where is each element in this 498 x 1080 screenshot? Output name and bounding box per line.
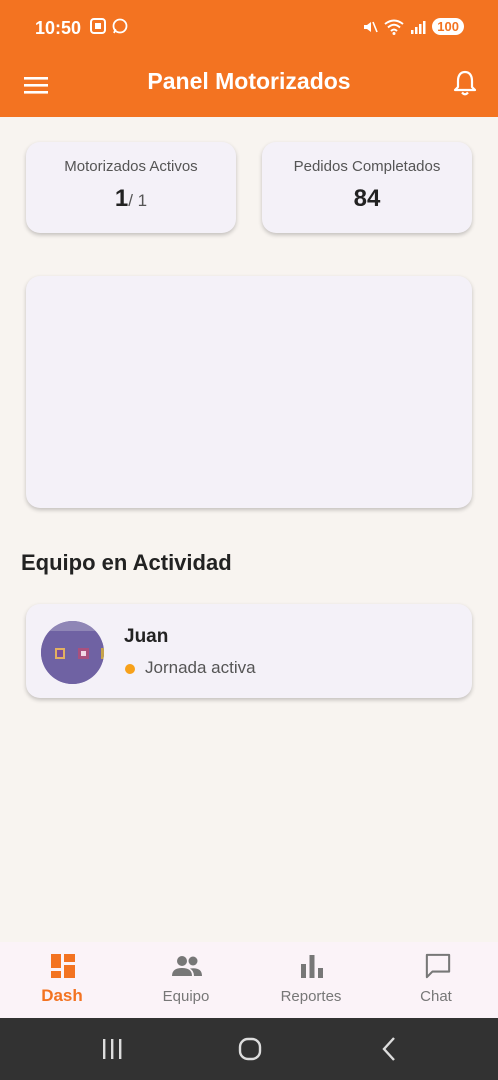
completed-orders-label: Pedidos Completados [293,158,441,175]
people-icon [172,956,202,976]
page-title: Panel Motorizados [147,68,351,94]
status-bar: 10:50 100 [0,0,498,56]
wifi-icon [384,19,404,35]
screenshot-icon [90,18,106,34]
mute-icon [364,21,379,32]
system-navigation-bar [0,1018,498,1080]
completed-orders-card: Pedidos Completados 84 [262,142,472,233]
notifications-bell-icon[interactable] [452,69,478,97]
avatar [41,621,104,684]
app-bar: Panel Motorizados [0,56,498,117]
member-status: Jornada activa [145,658,256,677]
bottom-navigation: Dash Equipo Reportes Chat [0,942,498,1018]
team-section-title: Equipo en Actividad [21,550,232,575]
nav-tab-equipo[interactable]: Equipo [124,942,248,1018]
nav-label-dash: Dash [41,986,83,1005]
bar-chart-icon [301,955,323,978]
battery-indicator: 100 [432,18,464,35]
nav-tab-dash[interactable]: Dash [0,942,124,1018]
signal-icon [411,20,426,34]
nav-label-equipo: Equipo [162,988,210,1005]
member-name: Juan [124,626,169,647]
recent-apps-icon[interactable] [99,1036,125,1062]
whatsapp-icon [112,18,128,34]
active-riders-card: Motorizados Activos 1/ 1 [26,142,236,233]
overview-panel [26,276,472,508]
chat-bubble-icon [425,953,451,979]
dashboard-icon [51,954,75,978]
back-icon[interactable] [377,1036,403,1062]
nav-label-reportes: Reportes [280,988,342,1005]
completed-orders-value: 84 [353,185,381,212]
home-icon[interactable] [237,1036,263,1062]
active-riders-label: Motorizados Activos [64,158,198,175]
status-indicator [125,664,135,674]
nav-tab-chat[interactable]: Chat [374,942,498,1018]
status-time: 10:50 [35,18,82,38]
active-riders-value: 1 [114,185,129,212]
active-riders-total: / 1 [128,191,148,210]
nav-label-chat: Chat [420,988,452,1005]
nav-tab-reportes[interactable]: Reportes [249,942,373,1018]
team-member-card[interactable]: Juan Jornada activa [26,604,472,698]
